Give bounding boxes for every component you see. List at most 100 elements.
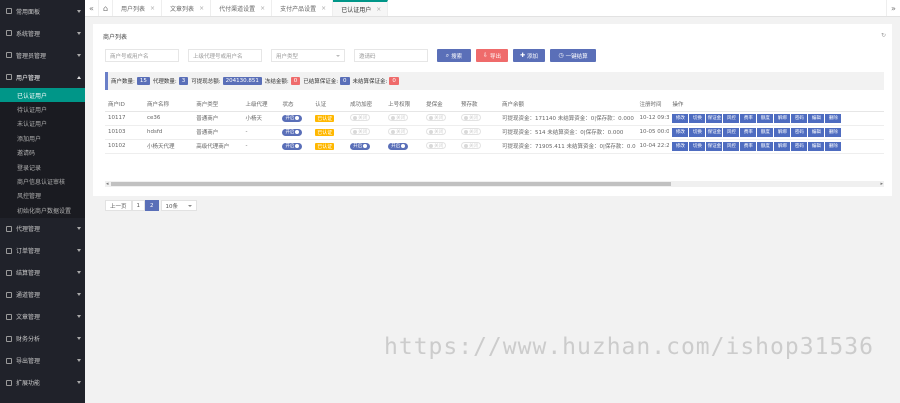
operation-button[interactable]: 删除 — [825, 113, 842, 123]
prev-page-button[interactable]: 上一页 — [105, 200, 132, 211]
close-icon[interactable]: × — [260, 5, 265, 12]
operation-button[interactable]: 密码 — [791, 127, 808, 137]
scroll-right-arrow-icon[interactable]: ▸ — [880, 181, 883, 187]
home-icon[interactable]: ⌂ — [99, 0, 113, 16]
operation-button[interactable]: 切换 — [689, 127, 706, 137]
toggle-switch[interactable]: 关闭 — [426, 142, 447, 150]
page-number-button[interactable]: 2 — [145, 200, 159, 211]
table-header-cell: 上级代理 — [242, 97, 280, 112]
operation-button[interactable]: 风控 — [723, 141, 740, 151]
scrollbar-thumb[interactable] — [111, 182, 671, 186]
toggle-switch[interactable]: 开启 — [282, 114, 303, 122]
close-icon[interactable]: × — [150, 5, 155, 12]
sidebar-menu-item[interactable]: 常用面板 — [0, 0, 85, 22]
toggle-switch[interactable]: 开启 — [388, 142, 409, 150]
sidebar-menu-item[interactable]: 结算管理 — [0, 262, 85, 284]
sidebar-menu-item[interactable]: 订单管理 — [0, 240, 85, 262]
operation-button[interactable]: 保证金 — [706, 113, 723, 123]
operation-button[interactable]: 修改 — [672, 127, 689, 137]
sidebar-sub-item[interactable]: 待认证用户 — [0, 102, 85, 116]
operation-button[interactable]: 费率 — [740, 113, 757, 123]
page-number-button[interactable]: 1 — [131, 200, 146, 211]
register-time: 10-12 09:3 — [636, 111, 670, 126]
toggle-switch[interactable]: 关闭 — [426, 114, 447, 122]
page-size-select[interactable]: 10条 — [160, 200, 197, 211]
operation-button[interactable]: 编辑 — [808, 127, 825, 137]
tab-item[interactable]: 代付渠道设置 × — [211, 0, 273, 16]
operation-button[interactable]: 删除 — [825, 127, 842, 137]
operations-cell: 修改 切换 保证金 风控 费率 额度 解绑 密码 编辑 删除 — [669, 139, 884, 154]
tab-item[interactable]: 文章列表 × — [162, 0, 212, 16]
operation-button[interactable]: 解绑 — [774, 141, 791, 151]
sidebar-sub-item[interactable]: 商户信息认证审核 — [0, 174, 85, 188]
export-button[interactable]: ⇩ 导出 — [476, 49, 508, 62]
tab-item[interactable]: 已认证用户 × — [333, 0, 389, 16]
operation-button[interactable]: 修改 — [672, 141, 689, 151]
sidebar-menu-item[interactable]: 通道管理 — [0, 284, 85, 306]
sidebar-menu-item[interactable]: 用户管理 — [0, 66, 85, 88]
scroll-right-icon[interactable]: » — [886, 0, 900, 16]
sidebar-sub-item[interactable]: 风控管理 — [0, 189, 85, 203]
operation-button[interactable]: 切换 — [689, 113, 706, 123]
refresh-icon[interactable]: ↻ — [881, 32, 886, 39]
operation-button[interactable]: 删除 — [825, 141, 842, 151]
operation-button[interactable]: 切换 — [689, 141, 706, 151]
toggle-switch[interactable]: 关闭 — [460, 128, 481, 136]
operation-button[interactable]: 修改 — [672, 113, 689, 123]
invite-code-input[interactable]: 邀请码 — [354, 49, 428, 62]
toggle-label: 关闭 — [468, 115, 478, 121]
sidebar-sub-item[interactable]: 未认证用户 — [0, 117, 85, 131]
sidebar-menu-item[interactable]: 文章管理 — [0, 306, 85, 328]
operation-button[interactable]: 风控 — [723, 127, 740, 137]
sidebar-menu-item[interactable]: 管理员管理 — [0, 44, 85, 66]
sidebar-menu-item[interactable]: 系统管理 — [0, 22, 85, 44]
toggle-switch[interactable]: 关闭 — [350, 128, 371, 136]
user-type-select[interactable]: 用户类型 — [271, 49, 345, 62]
operation-button[interactable]: 额度 — [757, 127, 774, 137]
operation-button[interactable]: 费率 — [740, 141, 757, 151]
sidebar-menu-item[interactable]: 导出管理 — [0, 350, 85, 372]
horizontal-scrollbar[interactable]: ◂ ▸ — [105, 181, 884, 187]
operation-button[interactable]: 解绑 — [774, 113, 791, 123]
operation-button[interactable]: 密码 — [791, 141, 808, 151]
operation-button[interactable]: 保证金 — [706, 127, 723, 137]
operation-button[interactable]: 解绑 — [774, 127, 791, 137]
toggle-switch[interactable]: 关闭 — [460, 114, 481, 122]
sidebar-sub-item[interactable]: 登录记录 — [0, 160, 85, 174]
operation-button[interactable]: 编辑 — [808, 141, 825, 151]
toggle-switch[interactable]: 关闭 — [350, 114, 371, 122]
toggle-switch[interactable]: 开启 — [350, 142, 371, 150]
operation-button[interactable]: 编辑 — [808, 113, 825, 123]
operation-button[interactable]: 密码 — [791, 113, 808, 123]
close-icon[interactable]: × — [376, 6, 381, 13]
settle-all-button[interactable]: ◷ 一键结算 — [550, 49, 596, 62]
sidebar-sub-item[interactable]: 初始化商户数据设置 — [0, 203, 85, 217]
operation-button[interactable]: 额度 — [757, 141, 774, 151]
scroll-left-arrow-icon[interactable]: ◂ — [106, 181, 109, 187]
toggle-switch[interactable]: 开启 — [282, 142, 303, 150]
sidebar-sub-item[interactable]: 添加用户 — [0, 131, 85, 145]
tab-item[interactable]: 用户列表 × — [113, 0, 163, 16]
search-button[interactable]: ⌕ 搜索 — [437, 49, 471, 62]
sidebar-menu-item[interactable]: 扩展功能 — [0, 372, 85, 394]
operation-button[interactable]: 费率 — [740, 127, 757, 137]
sidebar-menu-item[interactable]: 财务分析 — [0, 328, 85, 350]
tab-item[interactable]: 支付产品设置 × — [272, 0, 334, 16]
close-icon[interactable]: × — [321, 5, 326, 12]
merchant-search-input[interactable]: 商户号或用户名 — [105, 49, 179, 62]
close-icon[interactable]: × — [199, 5, 204, 12]
toggle-switch[interactable]: 关闭 — [426, 128, 447, 136]
operation-button[interactable]: 风控 — [723, 113, 740, 123]
toggle-switch[interactable]: 开启 — [282, 128, 303, 136]
toggle-switch[interactable]: 关闭 — [460, 142, 481, 150]
sidebar-sub-item[interactable]: 已认证用户 — [0, 88, 85, 103]
sidebar-sub-item[interactable]: 邀请码 — [0, 146, 85, 160]
operation-button[interactable]: 额度 — [757, 113, 774, 123]
sidebar-menu-item[interactable]: 代理管理 — [0, 218, 85, 240]
operation-button[interactable]: 保证金 — [706, 141, 723, 151]
scroll-left-icon[interactable]: « — [85, 0, 99, 16]
toggle-switch[interactable]: 关闭 — [388, 114, 409, 122]
toggle-switch[interactable]: 关闭 — [388, 128, 409, 136]
add-button[interactable]: ✚ 添加 — [513, 49, 545, 62]
agent-search-input[interactable]: 上级代理号或用户名 — [188, 49, 262, 62]
